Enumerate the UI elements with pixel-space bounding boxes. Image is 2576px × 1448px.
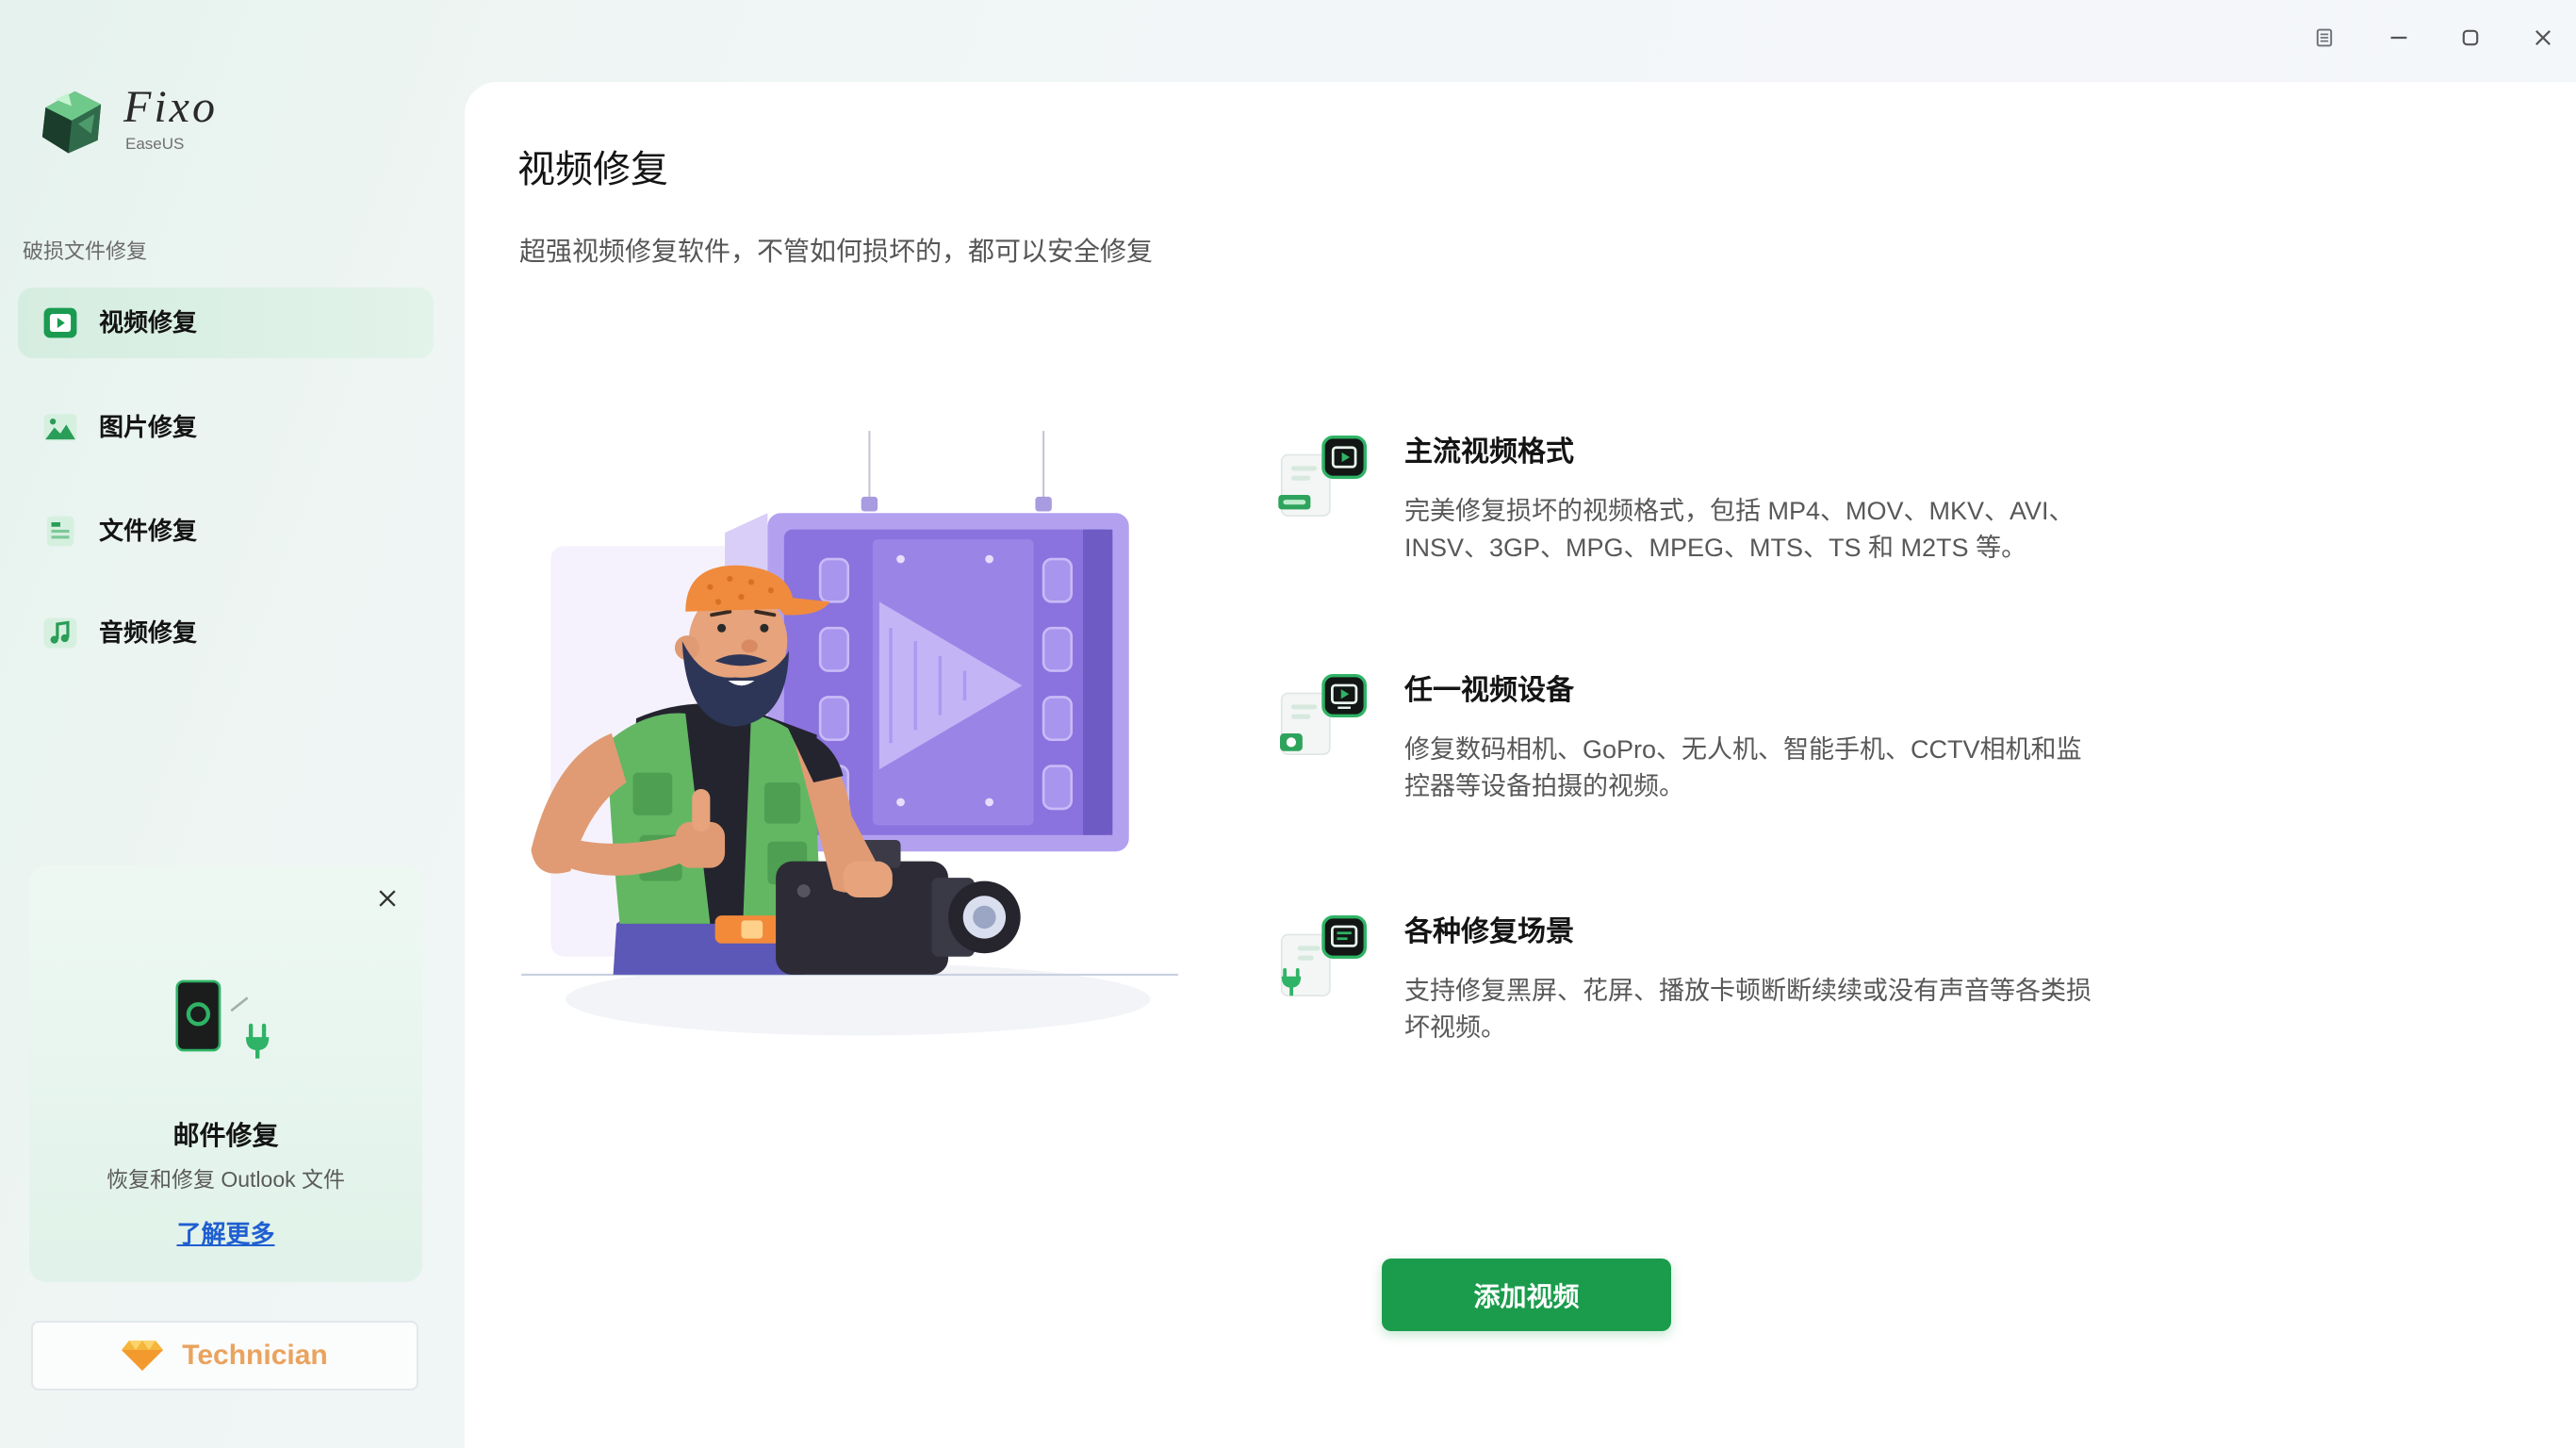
feature-video-devices: 任一视频设备 修复数码相机、GoPro、无人机、智能手机、CCTV相机和监控器等… [1278, 674, 2108, 863]
close-icon [2535, 30, 2551, 45]
sidebar-item-file-repair[interactable]: 文件修复 [18, 496, 434, 567]
learn-more-link[interactable]: 了解更多 [29, 1219, 422, 1249]
maximize-button[interactable] [2453, 21, 2487, 55]
technician-plan-button[interactable]: Technician [31, 1321, 418, 1390]
video-device-icon [1280, 674, 1367, 756]
close-icon[interactable] [375, 886, 400, 911]
sidebar-item-label: 文件修复 [99, 517, 198, 545]
feature-video-formats: 主流视频格式 完美修复损坏的视频格式，包括 MP4、MOV、MKV、AVI、IN… [1278, 436, 2108, 624]
sidebar-section-label: 破损文件修复 [23, 239, 148, 263]
add-video-button[interactable]: 添加视频 [1382, 1259, 1671, 1331]
diamond-icon [122, 1341, 164, 1371]
audio-icon [43, 617, 77, 649]
feature-title: 主流视频格式 [1404, 436, 1574, 468]
brand-company: EaseUS [125, 135, 185, 153]
video-repair-illustration [521, 431, 1178, 1036]
email-repair-icon [175, 979, 270, 1059]
email-repair-promo-card: 邮件修复 恢复和修复 Outlook 文件 了解更多 [29, 865, 422, 1282]
fixo-logo-icon [41, 90, 102, 154]
file-icon [46, 516, 74, 547]
brand-name: Fixo [123, 82, 218, 132]
repair-scenario-icon [1280, 915, 1367, 997]
feature-repair-scenarios: 各种修复场景 支持修复黑屏、花屏、播放卡顿断断续续或没有声音等各类损坏视频。 [1278, 915, 2108, 1104]
plan-label: Technician [182, 1340, 328, 1371]
page-subtitle: 超强视频修复软件，不管如何损坏的，都可以安全修复 [519, 237, 1154, 266]
sidebar-item-label: 视频修复 [99, 308, 198, 337]
feature-description: 完美修复损坏的视频格式，包括 MP4、MOV、MKV、AVI、INSV、3GP、… [1404, 497, 2075, 562]
video-format-icon [1278, 436, 1367, 518]
feature-title: 任一视频设备 [1404, 675, 1574, 706]
feature-description: 支持修复黑屏、花屏、播放卡顿断断续续或没有声音等各类损坏视频。 [1404, 977, 2092, 1042]
feature-description: 修复数码相机、GoPro、无人机、智能手机、CCTV相机和监控器等设备拍摄的视频… [1404, 735, 2082, 800]
feature-title: 各种修复场景 [1404, 916, 1574, 947]
minimize-button[interactable] [2382, 21, 2416, 55]
promo-description: 恢复和修复 Outlook 文件 [106, 1167, 346, 1192]
sidebar-item-label: 音频修复 [99, 618, 198, 647]
image-icon [43, 414, 77, 441]
video-icon [43, 307, 77, 338]
sidebar-item-label: 图片修复 [99, 413, 198, 441]
sidebar-item-audio-repair[interactable]: 音频修复 [18, 598, 434, 668]
menu-button[interactable] [2307, 21, 2341, 55]
close-window-button[interactable] [2526, 21, 2560, 55]
sidebar-item-image-repair[interactable]: 图片修复 [18, 392, 434, 463]
minimize-icon [2390, 36, 2407, 40]
page-title: 视频修复 [517, 149, 668, 190]
maximize-icon [2462, 29, 2479, 46]
promo-title: 邮件修复 [172, 1121, 279, 1150]
menu-icon [2316, 28, 2333, 47]
sidebar-item-video-repair[interactable]: 视频修复 [18, 288, 434, 358]
